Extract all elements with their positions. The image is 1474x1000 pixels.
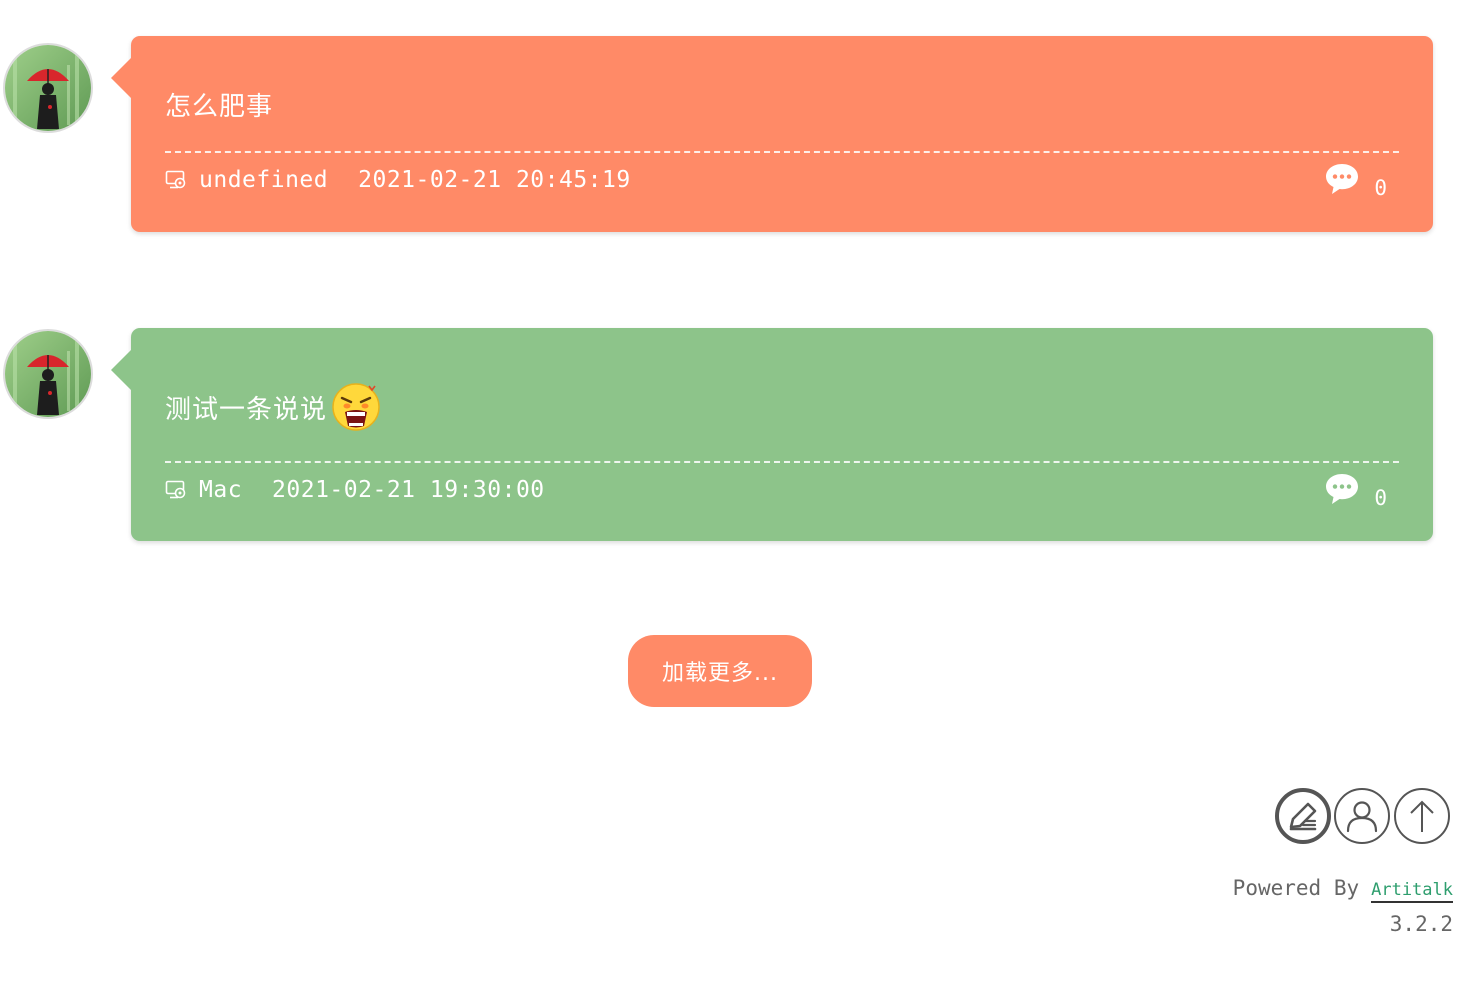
post-text: 怎么肥事 [165, 92, 274, 122]
post-datetime: 2021-02-21 20:45:19 [358, 167, 631, 193]
powered-by-text: Powered By [1232, 876, 1360, 900]
post-device: Mac [199, 477, 243, 503]
comment-count: 0 [1374, 486, 1387, 510]
post-device: undefined [199, 167, 329, 193]
post-meta: undefined 2021-02-21 20:45:19 [165, 165, 631, 195]
avatar-image [5, 331, 91, 417]
post-datetime: 2021-02-21 19:30:00 [272, 477, 545, 503]
post-meta: Mac 2021-02-21 19:30:00 [165, 475, 545, 505]
comment-icon [1326, 474, 1359, 504]
avatar [3, 43, 93, 133]
login-button[interactable] [1334, 788, 1390, 844]
avatar-image [5, 45, 91, 131]
post-divider [165, 151, 1399, 153]
post-text: 测试一条说说 [165, 394, 328, 425]
device-icon [165, 170, 186, 189]
comment-count: 0 [1374, 176, 1387, 200]
post-card: 测试一条说说 Mac 2021-02-21 19:30:00 0 [111, 328, 1433, 541]
artitalk-link[interactable]: Artitalk [1371, 880, 1453, 903]
version-text: 3.2.2 [1389, 912, 1453, 936]
post-divider [165, 461, 1399, 463]
post-card: 怎么肥事 undefined 2021-02-21 20:45:19 0 [111, 36, 1433, 232]
page: 怎么肥事 undefined 2021-02-21 20:45:19 0 测试一… [0, 0, 1474, 1000]
back-to-top-button[interactable] [1394, 788, 1450, 844]
edit-icon [1289, 802, 1317, 831]
arrow-up-icon [1410, 800, 1434, 832]
comment-button[interactable]: 0 [1324, 162, 1387, 200]
device-icon [165, 480, 186, 499]
comment-button[interactable]: 0 [1324, 472, 1387, 510]
edit-button[interactable] [1275, 788, 1331, 844]
post-content: 测试一条说说 [165, 382, 381, 432]
angry-shouting-emoji-icon [332, 383, 380, 431]
avatar [3, 329, 93, 419]
powered-by: Powered By Artitalk [1233, 876, 1453, 903]
load-more-button[interactable]: 加载更多... [628, 635, 812, 707]
user-icon [1346, 801, 1378, 833]
comment-icon [1326, 164, 1359, 194]
